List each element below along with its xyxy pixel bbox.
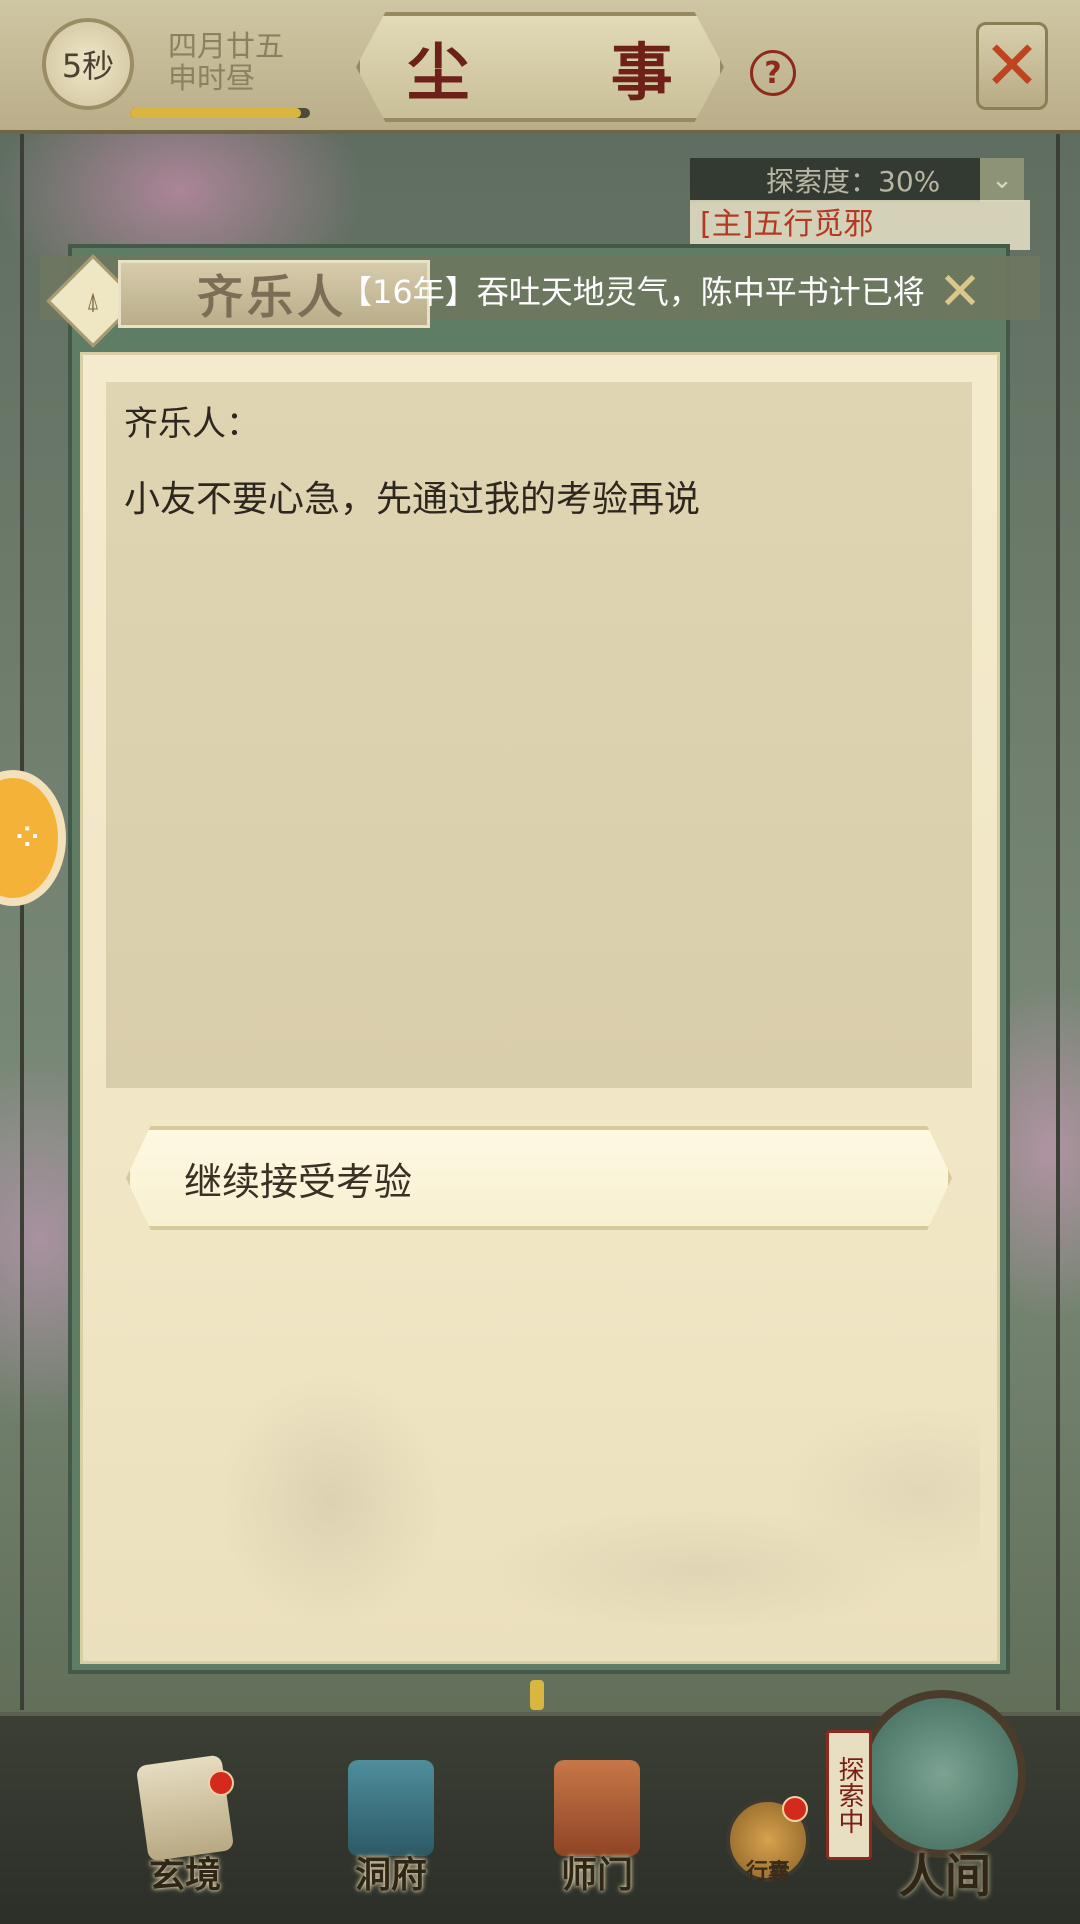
nav-item-shimen[interactable]: 师门 [522,1760,672,1910]
choice-button[interactable]: 继续接受考验 [126,1126,952,1230]
timer-progress-bar [130,108,310,118]
countdown-timer: 5秒 [42,18,134,110]
exploring-badge: 探索中 [826,1730,872,1860]
mountain-mist-decoration [100,1340,980,1640]
date-time-of-day: 申时昼 [168,61,256,95]
speaker-name: 齐乐人 [197,270,347,324]
explore-toggle-button[interactable]: ⌄ [980,158,1024,202]
close-button[interactable]: ✕ [976,22,1048,110]
panel-pull-tab [530,1680,544,1710]
ticker-close-button[interactable]: ✕ [930,262,990,322]
world-map-button[interactable] [858,1690,1026,1858]
nav-item-dongfu[interactable]: 洞府 [316,1760,466,1910]
nav-label: 洞府 [354,1854,427,1896]
speaker-line: 齐乐人： [124,404,260,444]
page-title: 尘 事 [407,36,733,109]
nav-item-xuanjing[interactable]: 玄境 [110,1754,260,1910]
choice-label: 继续接受考验 [184,1159,413,1204]
notification-badge [208,1770,234,1796]
timer-label: 5秒 [61,47,115,85]
chevron-down-icon: ⌄ [991,165,1013,195]
pavilion-icon [348,1760,434,1856]
gamepad-icon: ⁘ [10,815,44,861]
timer-progress-fill [130,108,301,118]
close-icon: ✕ [983,26,1041,106]
quest-tracker[interactable]: [主]五行觅邪 [690,200,1030,250]
help-button[interactable]: ? [750,50,796,96]
bag-label: 行囊 [745,1860,790,1885]
help-icon: ? [764,55,782,91]
title-plate: 尘 事 [356,12,724,122]
dialogue-text: 小友不要心急，先通过我的考验再说 [124,479,701,520]
close-icon: ✕ [938,262,982,322]
explore-progress: 探索度：30% [690,158,1020,202]
news-ticker: 【16年】吞吐天地灵气，陈中平书计已将 [340,273,925,311]
notification-badge [782,1796,808,1822]
bell-icon: ⍋ [85,287,101,315]
world-label: 人间 [899,1849,991,1903]
nav-label: 师门 [560,1854,633,1896]
banner-icon [554,1760,640,1856]
date-lunar: 四月廿五 [168,29,285,63]
